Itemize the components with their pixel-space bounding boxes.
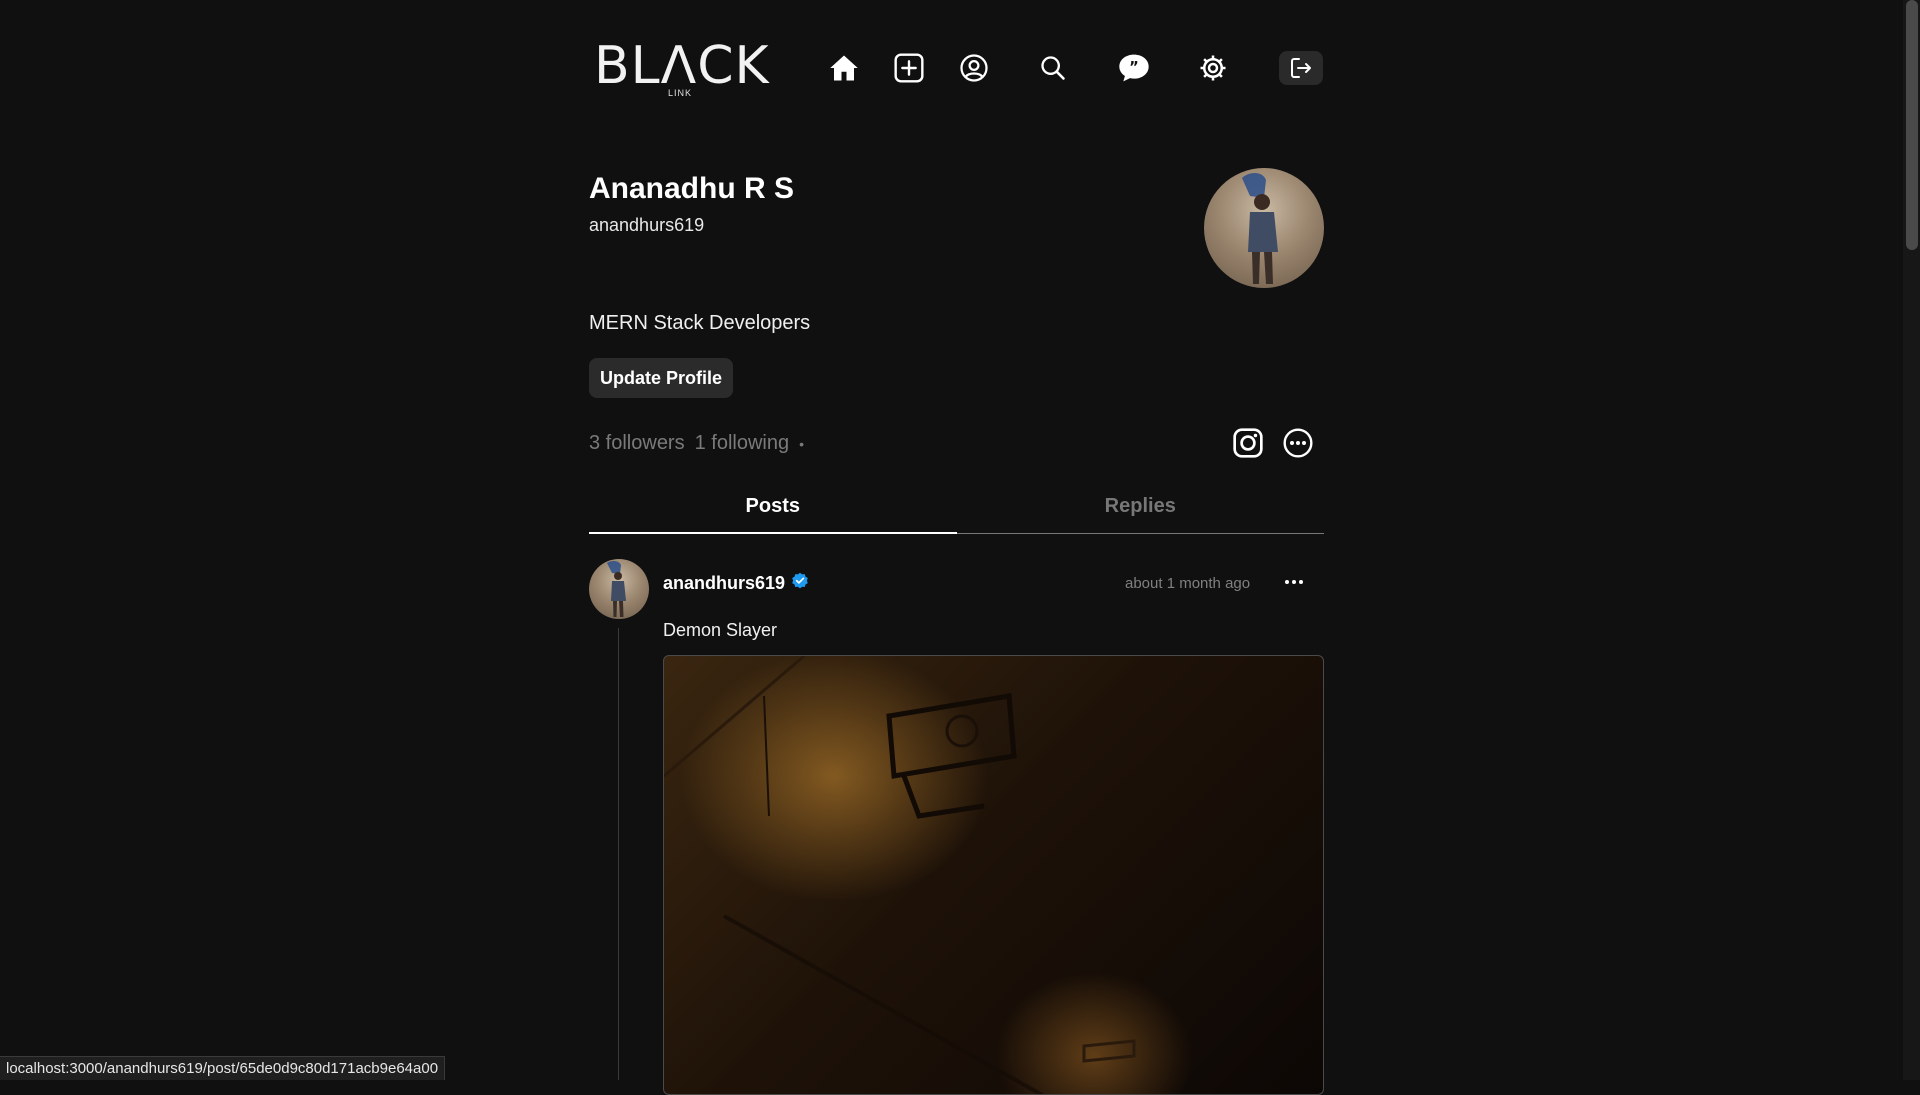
svg-text:”: ” <box>1129 59 1139 76</box>
post-image[interactable] <box>663 655 1324 1095</box>
app-logo[interactable]: BLΛCK LINK <box>594 38 764 100</box>
post-more-icon[interactable] <box>1282 570 1306 594</box>
profile-name: Ananadhu R S <box>589 171 794 207</box>
search-icon[interactable] <box>1035 50 1071 86</box>
profile-username: anandhurs619 <box>589 215 704 236</box>
post-author[interactable]: anandhurs619 <box>663 572 809 595</box>
verified-badge-icon <box>791 572 809 595</box>
home-icon[interactable] <box>826 50 862 86</box>
follow-stats: 3 followers 1 following • <box>589 432 804 455</box>
scrollbar-track[interactable] <box>1903 0 1920 1080</box>
settings-icon[interactable] <box>1195 50 1231 86</box>
profile-avatar[interactable] <box>1204 168 1324 288</box>
thread-line <box>618 628 619 1080</box>
post-text: Demon Slayer <box>663 620 777 641</box>
followers-count[interactable]: 3 followers <box>589 432 685 455</box>
scrollbar-thumb[interactable] <box>1906 0 1918 250</box>
profile-icon[interactable] <box>956 50 992 86</box>
post-author-avatar[interactable] <box>589 559 649 619</box>
following-count[interactable]: 1 following <box>695 432 790 455</box>
top-header: BLΛCK LINK ” <box>0 0 1920 140</box>
profile-bio: MERN Stack Developers <box>589 312 810 335</box>
link-status-bar: localhost:3000/anandhurs619/post/65de0d9… <box>0 1056 445 1080</box>
logo-wordmark: BLΛCK <box>594 38 770 94</box>
more-options-icon[interactable] <box>1281 426 1315 460</box>
stats-separator: • <box>799 436 804 452</box>
post-username[interactable]: anandhurs619 <box>663 573 785 594</box>
instagram-icon[interactable] <box>1231 426 1265 460</box>
tab-posts[interactable]: Posts <box>589 480 957 534</box>
logout-icon[interactable] <box>1279 51 1323 85</box>
chat-icon[interactable]: ” <box>1116 50 1152 86</box>
logo-subtitle: LINK <box>668 88 692 98</box>
create-post-icon[interactable] <box>891 50 927 86</box>
post-timestamp: about 1 month ago <box>1125 575 1250 592</box>
profile-tabs: Posts Replies <box>589 480 1324 534</box>
tab-replies[interactable]: Replies <box>957 480 1325 534</box>
update-profile-button[interactable]: Update Profile <box>589 358 733 398</box>
